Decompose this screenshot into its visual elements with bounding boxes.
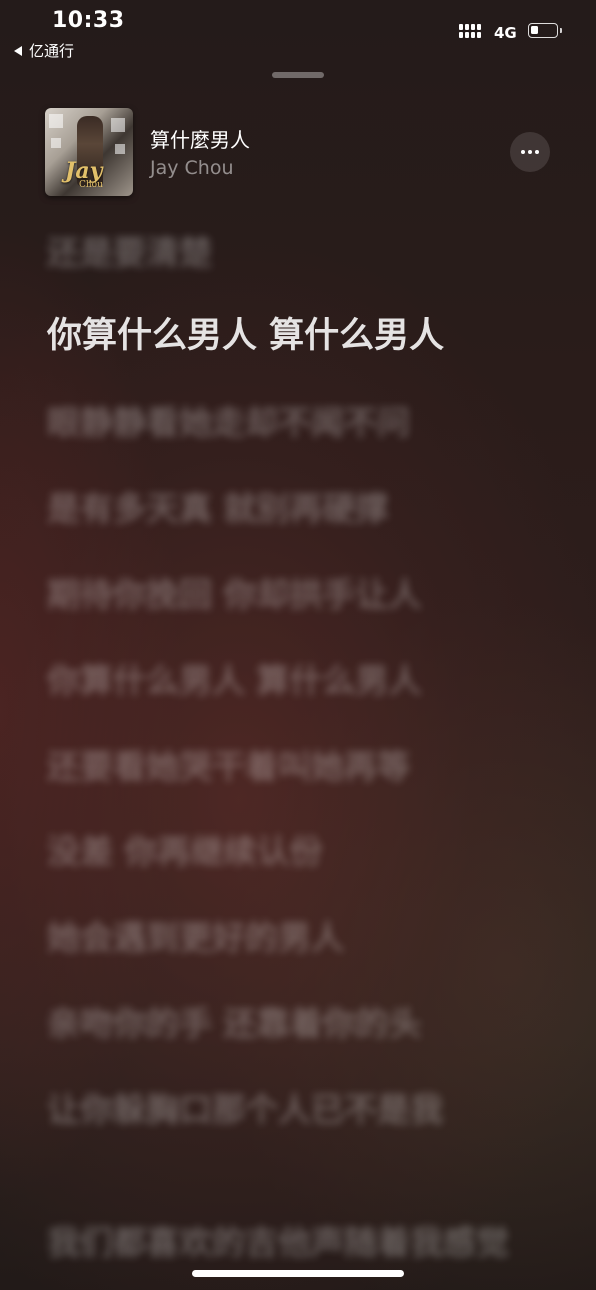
- ellipsis-icon: [521, 150, 525, 154]
- lyrics-screen: 10:33 亿通行 4G Jay Chou 算什麼男人 Jay Chou 还是要…: [0, 0, 596, 1290]
- lyric-line-active[interactable]: 你算什么男人 算什么男人: [47, 311, 547, 361]
- battery-cap: [560, 28, 562, 33]
- network-type: 4G: [494, 24, 517, 42]
- lyric-line[interactable]: 她会遇到更好的男人: [47, 913, 547, 963]
- back-arrow-icon: [14, 45, 22, 56]
- lyric-line[interactable]: 是有多天真 就别再硬撑: [47, 484, 547, 534]
- album-cover[interactable]: Jay Chou: [45, 108, 133, 196]
- cover-subtitle: Chou: [79, 180, 103, 190]
- lyric-line[interactable]: 没差 你再继续认份: [47, 827, 547, 877]
- lyric-line[interactable]: 还是要清楚: [47, 228, 547, 278]
- battery-icon: [528, 23, 558, 38]
- lyric-line[interactable]: 你算什么男人 算什么男人: [47, 656, 547, 706]
- song-artist[interactable]: Jay Chou: [150, 157, 234, 179]
- sheet-grabber[interactable]: [272, 72, 324, 78]
- lyric-line[interactable]: 期待你挽回 你却拱手让人: [47, 570, 547, 620]
- back-app-label: 亿通行: [29, 42, 75, 60]
- song-title: 算什麼男人: [150, 128, 250, 152]
- status-time: 10:33: [52, 8, 125, 33]
- lyric-line[interactable]: 让你躲胸口那个人已不是我: [47, 1085, 487, 1135]
- lyric-line[interactable]: 我们都喜欢的吉他声随着我感觉: [47, 1218, 547, 1268]
- home-indicator[interactable]: [192, 1270, 404, 1277]
- lyric-line[interactable]: 眼静静看她走却不闻不问: [47, 398, 547, 448]
- lyric-line[interactable]: 还要看她哭干着叫她再等: [47, 742, 547, 792]
- cellular-signal-icon: [459, 24, 481, 38]
- lyric-line[interactable]: 亲吻你的手 还靠着你的头: [47, 999, 547, 1049]
- back-to-app-button[interactable]: 亿通行: [14, 40, 74, 61]
- more-options-button[interactable]: [510, 132, 550, 172]
